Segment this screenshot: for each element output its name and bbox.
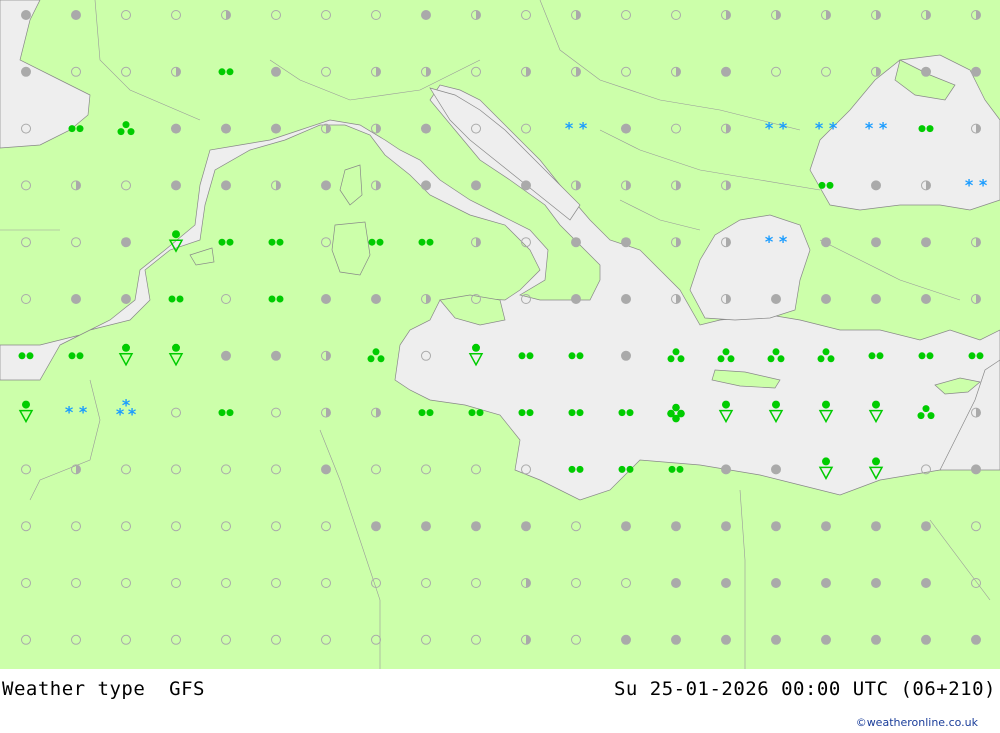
svg-text:*: * [128,405,137,424]
overcast-icon [871,521,881,532]
overcast-icon [421,180,431,191]
svg-text:*: * [965,175,974,194]
svg-text:*: * [79,403,88,422]
overcast-icon [971,634,981,645]
overcast-icon [771,634,781,645]
overcast-icon [771,578,781,588]
svg-text:*: * [765,232,774,251]
overcast-icon [171,180,181,191]
overcast-icon [271,123,281,134]
overcast-icon [221,180,231,191]
overcast-icon [521,521,531,532]
overcast-icon [971,464,981,475]
overcast-icon [921,634,931,645]
svg-text:*: * [779,119,788,138]
overcast-icon [271,66,281,77]
overcast-icon [571,294,581,304]
overcast-icon [871,634,881,645]
overcast-icon [621,294,631,304]
svg-text:*: * [65,403,74,422]
overcast-icon [121,294,131,304]
overcast-icon [121,237,131,248]
overcast-icon [321,294,331,304]
svg-text:*: * [765,119,774,138]
overcast-icon [921,521,931,532]
overcast-icon [521,180,531,191]
overcast-icon [821,634,831,645]
overcast-icon [621,521,631,532]
overcast-icon [71,10,81,20]
svg-text:*: * [779,232,788,251]
overcast-icon [871,578,881,588]
overcast-icon [721,521,731,532]
overcast-icon [371,294,381,304]
overcast-icon [771,294,781,304]
overcast-icon [771,464,781,475]
overcast-icon [221,123,231,134]
overcast-icon [821,237,831,248]
overcast-icon [871,237,881,248]
valid-datetime: Su 25-01-2026 00:00 UTC (06+210) [613,678,996,700]
overcast-icon [221,350,231,361]
svg-text:*: * [815,119,824,138]
svg-text:*: * [579,119,588,138]
model-name: GFS [169,678,205,700]
svg-text:*: * [865,119,874,138]
overcast-icon [171,123,181,134]
overcast-icon [721,66,731,77]
overcast-icon [271,350,281,361]
overcast-icon [721,464,731,475]
overcast-icon [571,237,581,248]
overcast-icon [721,578,731,588]
overcast-icon [771,521,781,532]
overcast-icon [921,66,931,77]
overcast-icon [621,123,631,134]
overcast-icon [471,521,481,532]
overcast-icon [721,634,731,645]
overcast-icon [71,294,81,304]
overcast-icon [671,521,681,532]
map-title: Weather type [2,678,146,700]
overcast-icon [971,66,981,77]
credit-link[interactable]: ©weatheronline.co.uk [856,716,978,729]
overcast-icon [621,350,631,361]
svg-text:*: * [979,175,988,194]
overcast-icon [921,578,931,588]
overcast-icon [321,464,331,475]
overcast-icon [21,10,31,20]
overcast-icon [821,294,831,304]
overcast-icon [321,180,331,191]
overcast-icon [421,123,431,134]
overcast-icon [371,521,381,532]
overcast-icon [671,634,681,645]
overcast-icon [21,66,31,77]
overcast-icon [921,294,931,304]
overcast-icon [921,237,931,248]
overcast-icon [621,634,631,645]
svg-text:*: * [879,119,888,138]
overcast-icon [671,578,681,588]
overcast-icon [421,521,431,532]
overcast-icon [821,521,831,532]
overcast-icon [871,180,881,191]
svg-text:*: * [565,119,574,138]
overcast-icon [821,578,831,588]
weather-map: * * * * * * * ** ** ** * ** * [0,0,1000,669]
overcast-icon [471,180,481,191]
overcast-icon [871,294,881,304]
overcast-icon [621,237,631,248]
svg-text:*: * [116,405,125,424]
svg-text:*: * [829,119,838,138]
map-title-line: Weather type GFS [2,678,205,700]
overcast-icon [421,10,431,20]
